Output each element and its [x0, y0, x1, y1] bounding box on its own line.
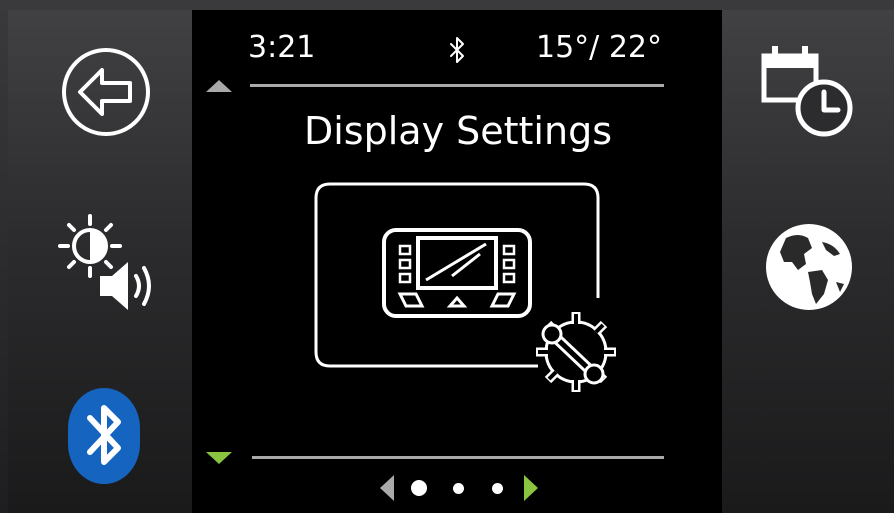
page-dot-1[interactable]	[411, 480, 427, 496]
bottom-divider	[252, 456, 664, 459]
page-prev-arrow-icon[interactable]	[380, 475, 394, 501]
back-arrow-icon[interactable]	[60, 46, 152, 138]
status-bluetooth-icon	[450, 37, 464, 63]
page-dot-3[interactable]	[492, 483, 503, 494]
bluetooth-icon[interactable]	[66, 386, 142, 486]
page-dot-2[interactable]	[453, 483, 464, 494]
scroll-down-arrow-icon[interactable]	[206, 452, 232, 464]
display-settings-icon[interactable]	[312, 180, 626, 396]
brightness-volume-icon[interactable]	[54, 212, 158, 316]
calendar-clock-icon[interactable]	[758, 42, 856, 138]
page-next-arrow-icon[interactable]	[524, 475, 538, 501]
top-divider	[250, 84, 664, 87]
scroll-up-arrow-icon[interactable]	[206, 80, 232, 92]
temperature-readout: 15°/ 22°	[536, 30, 662, 65]
globe-icon[interactable]	[764, 222, 854, 312]
page-title: Display Settings	[303, 109, 612, 153]
clock-time: 3:21	[248, 30, 316, 65]
